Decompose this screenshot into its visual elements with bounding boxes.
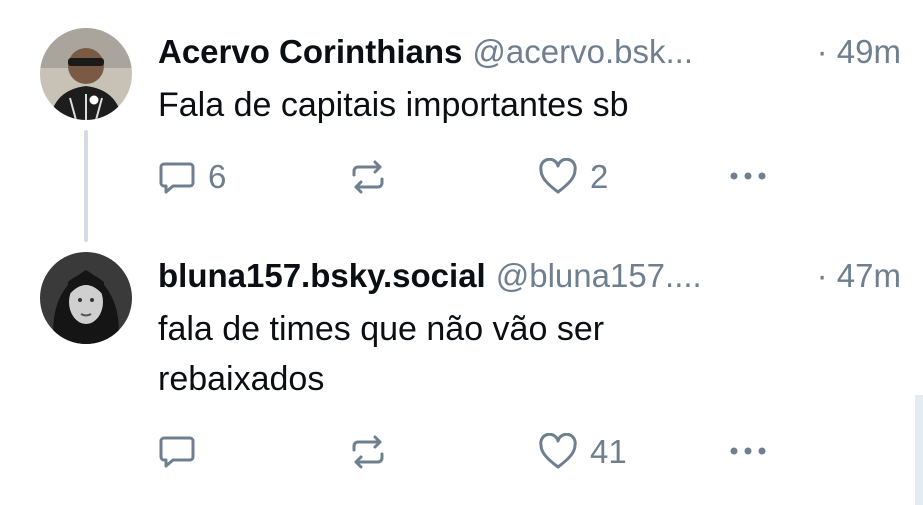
post-header: Acervo Corinthians @acervo.bsk... <box>158 32 693 72</box>
author-name[interactable]: Acervo Corinthians <box>158 33 462 70</box>
avatar[interactable] <box>40 252 132 344</box>
more-button[interactable] <box>726 432 770 470</box>
more-icon <box>726 157 770 195</box>
like-button[interactable]: 41 <box>538 432 627 472</box>
reply-button[interactable]: 6 <box>158 157 226 197</box>
post-text-line: rebaixados <box>158 360 325 398</box>
reply-icon <box>158 432 196 470</box>
post-text-line: fala de times que não vão ser <box>158 310 605 348</box>
post-1[interactable]: Acervo Corinthians @acervo.bsk... · 49m F… <box>0 0 923 242</box>
thread-line <box>84 130 88 242</box>
repost-icon <box>348 432 388 472</box>
reply-icon <box>158 158 196 196</box>
reply-count: 6 <box>208 158 227 195</box>
like-icon <box>538 433 578 471</box>
avatar[interactable] <box>40 28 132 120</box>
like-icon <box>538 158 578 196</box>
author-handle[interactable]: @bluna157.... <box>496 257 702 294</box>
post-2[interactable]: bluna157.bsky.social @bluna157.... · 47m … <box>0 240 923 505</box>
reply-button[interactable] <box>158 432 196 470</box>
repost-button[interactable] <box>348 432 388 472</box>
like-button[interactable]: 2 <box>538 157 608 197</box>
post-time[interactable]: · 49m <box>817 32 901 72</box>
scrollbar[interactable] <box>915 395 923 505</box>
more-icon <box>726 432 770 470</box>
post-header: bluna157.bsky.social @bluna157.... <box>158 256 702 296</box>
repost-button[interactable] <box>348 157 388 197</box>
like-count: 41 <box>590 433 627 470</box>
like-count: 2 <box>590 158 609 195</box>
author-name[interactable]: bluna157.bsky.social <box>158 257 486 294</box>
post-text: Fala de capitais importantes sb <box>158 86 629 124</box>
more-button[interactable] <box>726 157 770 195</box>
repost-icon <box>348 157 388 197</box>
post-time[interactable]: · 47m <box>817 256 901 296</box>
post-text: fala de times que não vão ser rebaixados <box>158 306 758 402</box>
author-handle[interactable]: @acervo.bsk... <box>472 33 693 70</box>
